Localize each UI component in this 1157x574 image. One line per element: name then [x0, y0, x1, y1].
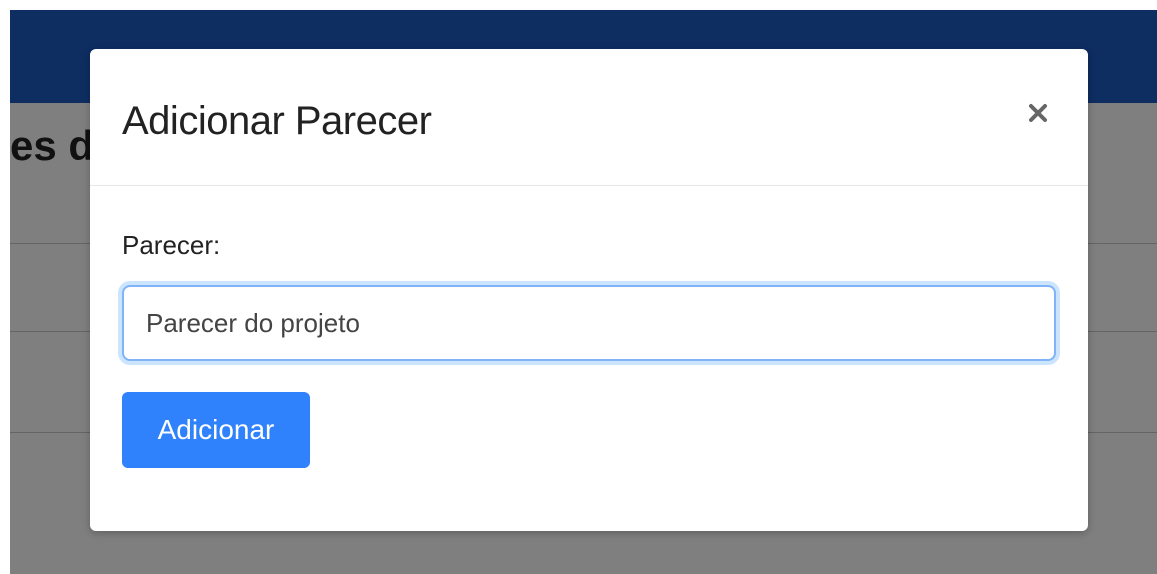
modal-header: Adicionar Parecer: [90, 49, 1088, 186]
add-opinion-modal: Adicionar Parecer Parecer: Adicionar: [90, 49, 1088, 531]
opinion-input[interactable]: [122, 285, 1056, 361]
add-button[interactable]: Adicionar: [122, 392, 310, 468]
modal-title: Adicionar Parecer: [122, 99, 432, 143]
close-icon: [1029, 104, 1047, 122]
page: es d Adicionar Parecer Parecer: Adiciona…: [0, 0, 1157, 574]
close-button[interactable]: [1018, 93, 1058, 133]
opinion-label: Parecer:: [122, 230, 221, 260]
